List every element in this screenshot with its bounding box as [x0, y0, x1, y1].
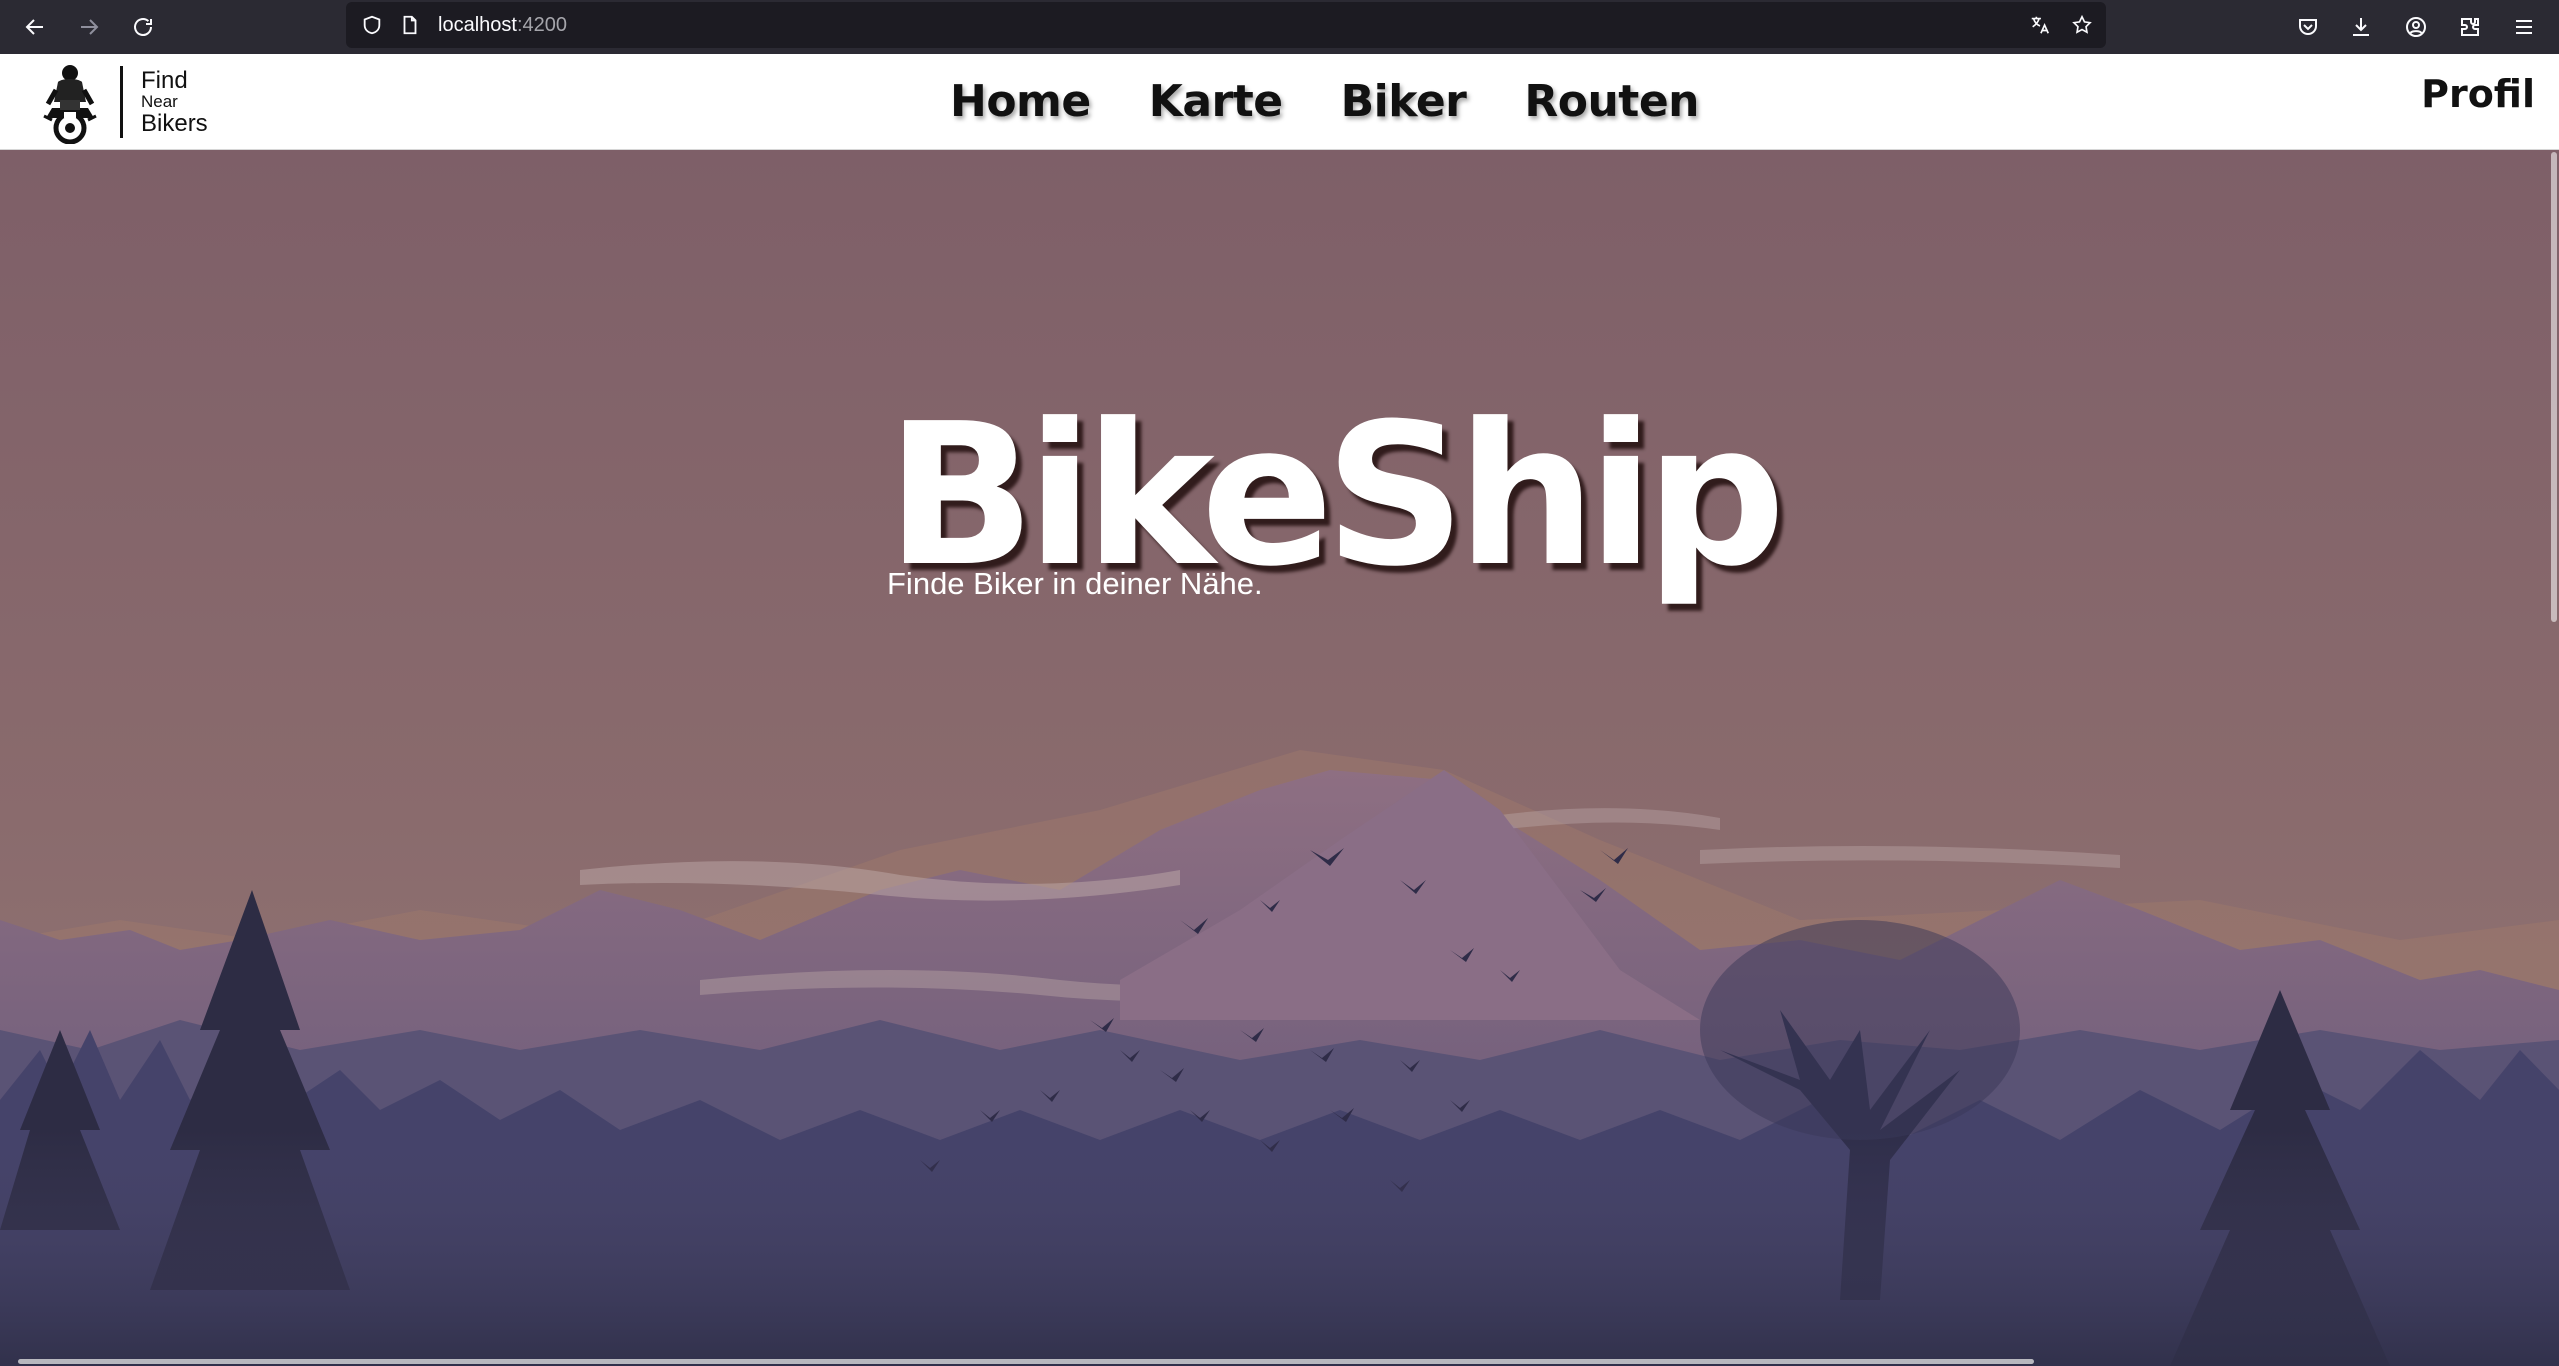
shield-icon[interactable]: [360, 13, 384, 37]
logo-divider: [120, 66, 123, 138]
logo-text: Find Near Bikers: [141, 68, 208, 136]
page-icon: [398, 13, 422, 37]
horizontal-scrollbar[interactable]: [18, 1359, 2034, 1364]
hero-title: BikeShip: [886, 382, 1786, 610]
menu-icon[interactable]: [2503, 6, 2545, 48]
logo-line-near: Near: [141, 92, 178, 112]
web-page: Find Near Bikers Home Karte Biker Routen…: [0, 54, 2559, 1366]
motorcycle-rider-icon: [43, 65, 97, 144]
back-icon[interactable]: [14, 6, 56, 48]
account-icon[interactable]: [2395, 6, 2437, 48]
nav-link-home[interactable]: Home: [950, 76, 1091, 127]
logo-line-find: Find: [141, 66, 188, 94]
forward-icon[interactable]: [68, 6, 110, 48]
nav-link-karte[interactable]: Karte: [1149, 76, 1283, 127]
hero-section: BikeShip Finde Biker in deiner Nähe.: [0, 150, 2559, 1366]
main-nav: Home Karte Biker Routen: [950, 76, 1700, 127]
extensions-icon[interactable]: [2449, 6, 2491, 48]
download-icon[interactable]: [2340, 6, 2382, 48]
pocket-icon[interactable]: [2287, 6, 2329, 48]
site-logo[interactable]: Find Near Bikers: [34, 60, 208, 144]
url-text[interactable]: localhost:4200: [438, 12, 567, 38]
navbar: Find Near Bikers Home Karte Biker Routen…: [0, 54, 2559, 150]
nav-link-biker[interactable]: Biker: [1341, 76, 1467, 127]
vertical-scrollbar[interactable]: [2551, 152, 2557, 622]
bookmark-star-icon[interactable]: [2070, 13, 2094, 37]
browser-toolbar: localhost:4200: [0, 0, 2559, 54]
url-port: :4200: [516, 14, 567, 36]
url-bar[interactable]: localhost:4200: [346, 2, 2106, 48]
logo-line-bikers: Bikers: [141, 109, 208, 137]
translate-icon[interactable]: [2028, 13, 2052, 37]
profile-link[interactable]: Profil: [2421, 72, 2535, 116]
url-host: localhost: [438, 14, 517, 36]
nav-link-routen[interactable]: Routen: [1524, 76, 1699, 127]
hero-subtitle: Finde Biker in deiner Nähe.: [887, 566, 1263, 601]
mountain-landscape-background: [0, 150, 2559, 1366]
reload-icon[interactable]: [122, 6, 164, 48]
